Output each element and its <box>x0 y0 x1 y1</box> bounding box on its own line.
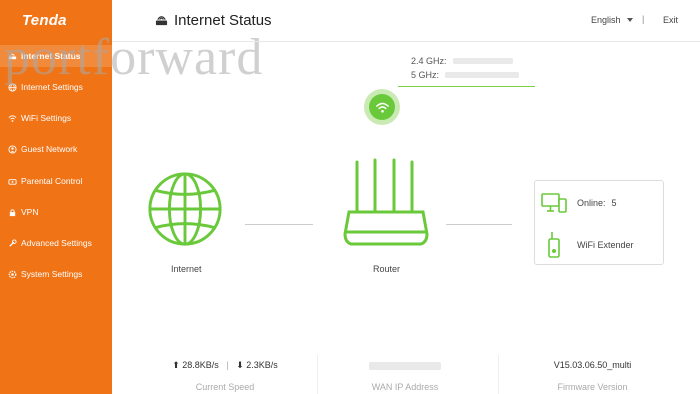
sidebar-item-parental-control[interactable]: Parental Control <box>0 170 112 192</box>
sidebar-item-label: VPN <box>21 207 39 217</box>
current-speed-value: ⬆ 28.8KB/s | ⬇ 2.3KB/s <box>150 360 300 371</box>
header-divider <box>112 41 700 42</box>
page-title: Internet Status <box>155 12 272 29</box>
guest-icon <box>7 144 17 154</box>
router-icon <box>155 16 168 26</box>
wifi-info: 2.4 GHz: 5 GHz: <box>411 54 520 82</box>
stats-divider <box>317 355 318 394</box>
sidebar-item-wifi-settings[interactable]: WiFi Settings <box>0 107 112 129</box>
header-separator: | <box>642 14 645 24</box>
exit-link[interactable]: Exit <box>663 15 678 25</box>
sidebar-item-vpn[interactable]: VPN <box>0 201 112 223</box>
firmware-label: Firmware Version <box>557 382 628 392</box>
sidebar-item-system-settings[interactable]: System Settings <box>0 263 112 285</box>
chevron-down-icon <box>626 18 633 22</box>
page-title-text: Internet Status <box>174 12 272 29</box>
wan-ip-value <box>320 360 490 372</box>
wifi-extender-label: WiFi Extender <box>577 240 634 250</box>
online-count: 5 <box>611 198 617 208</box>
upload-arrow-icon: ⬆ <box>172 360 180 370</box>
router-devices-connector <box>446 224 512 225</box>
sidebar-item-label: Internet Settings <box>21 82 83 92</box>
globe-icon <box>7 82 17 92</box>
sidebar: Tenda Internet Status Internet Settings … <box>0 0 112 394</box>
parental-icon <box>7 176 17 186</box>
wan-ip-redacted <box>369 362 441 370</box>
wifi-extender-row[interactable]: WiFi Extender <box>541 231 634 259</box>
sidebar-item-label: Advanced Settings <box>21 238 92 248</box>
vpn-icon <box>7 207 17 217</box>
sidebar-item-label: Guest Network <box>21 144 78 154</box>
language-select[interactable]: English <box>591 15 633 25</box>
devices-icon <box>541 193 567 213</box>
sidebar-item-guest-network[interactable]: Guest Network <box>0 138 112 160</box>
connected-devices-panel: Online: 5 WiFi Extender <box>534 180 664 265</box>
globe-icon[interactable] <box>146 170 224 248</box>
router-icon <box>7 51 17 61</box>
wan-ip-label: WAN IP Address <box>371 382 439 392</box>
sidebar-item-label: WiFi Settings <box>21 113 72 123</box>
ssid-5ghz-redacted <box>445 72 520 78</box>
wifi-icon <box>375 102 389 113</box>
online-devices-row[interactable]: Online: 5 <box>541 192 617 214</box>
wifi-icon <box>7 113 17 123</box>
internet-label: Internet <box>171 264 202 274</box>
sidebar-item-label: System Settings <box>21 269 83 279</box>
internet-router-connector <box>245 224 313 225</box>
sidebar-item-internet-status[interactable]: Internet Status <box>0 45 112 67</box>
online-label: Online: <box>577 198 606 208</box>
sidebar-item-label: Internet Status <box>21 51 81 61</box>
sidebar-item-label: Parental Control <box>21 176 83 186</box>
ssid-24ghz-redacted <box>452 58 513 64</box>
wifi-status-button[interactable] <box>364 89 400 125</box>
band-5ghz-label: 5 GHz: <box>411 70 440 80</box>
router-icon[interactable] <box>343 158 429 250</box>
current-speed-label: Current Speed <box>195 382 255 392</box>
speed-separator: | <box>226 360 229 370</box>
download-speed: 2.3KB/s <box>246 360 278 370</box>
router-label: Router <box>373 264 401 274</box>
gear-icon <box>7 269 17 279</box>
wifi-connector-line <box>398 86 535 87</box>
firmware-value: V15.03.06.50_multi <box>553 360 632 370</box>
wifi-extender-icon <box>548 232 560 258</box>
band-24ghz-label: 2.4 GHz: <box>411 56 447 66</box>
language-label: English <box>591 15 621 25</box>
wrench-icon <box>7 238 17 248</box>
sidebar-item-advanced-settings[interactable]: Advanced Settings <box>0 232 112 254</box>
download-arrow-icon: ⬇ <box>236 360 244 370</box>
stats-divider <box>498 355 499 394</box>
brand-logo: Tenda <box>22 12 67 29</box>
upload-speed: 28.8KB/s <box>182 360 219 370</box>
sidebar-item-internet-settings[interactable]: Internet Settings <box>0 76 112 98</box>
